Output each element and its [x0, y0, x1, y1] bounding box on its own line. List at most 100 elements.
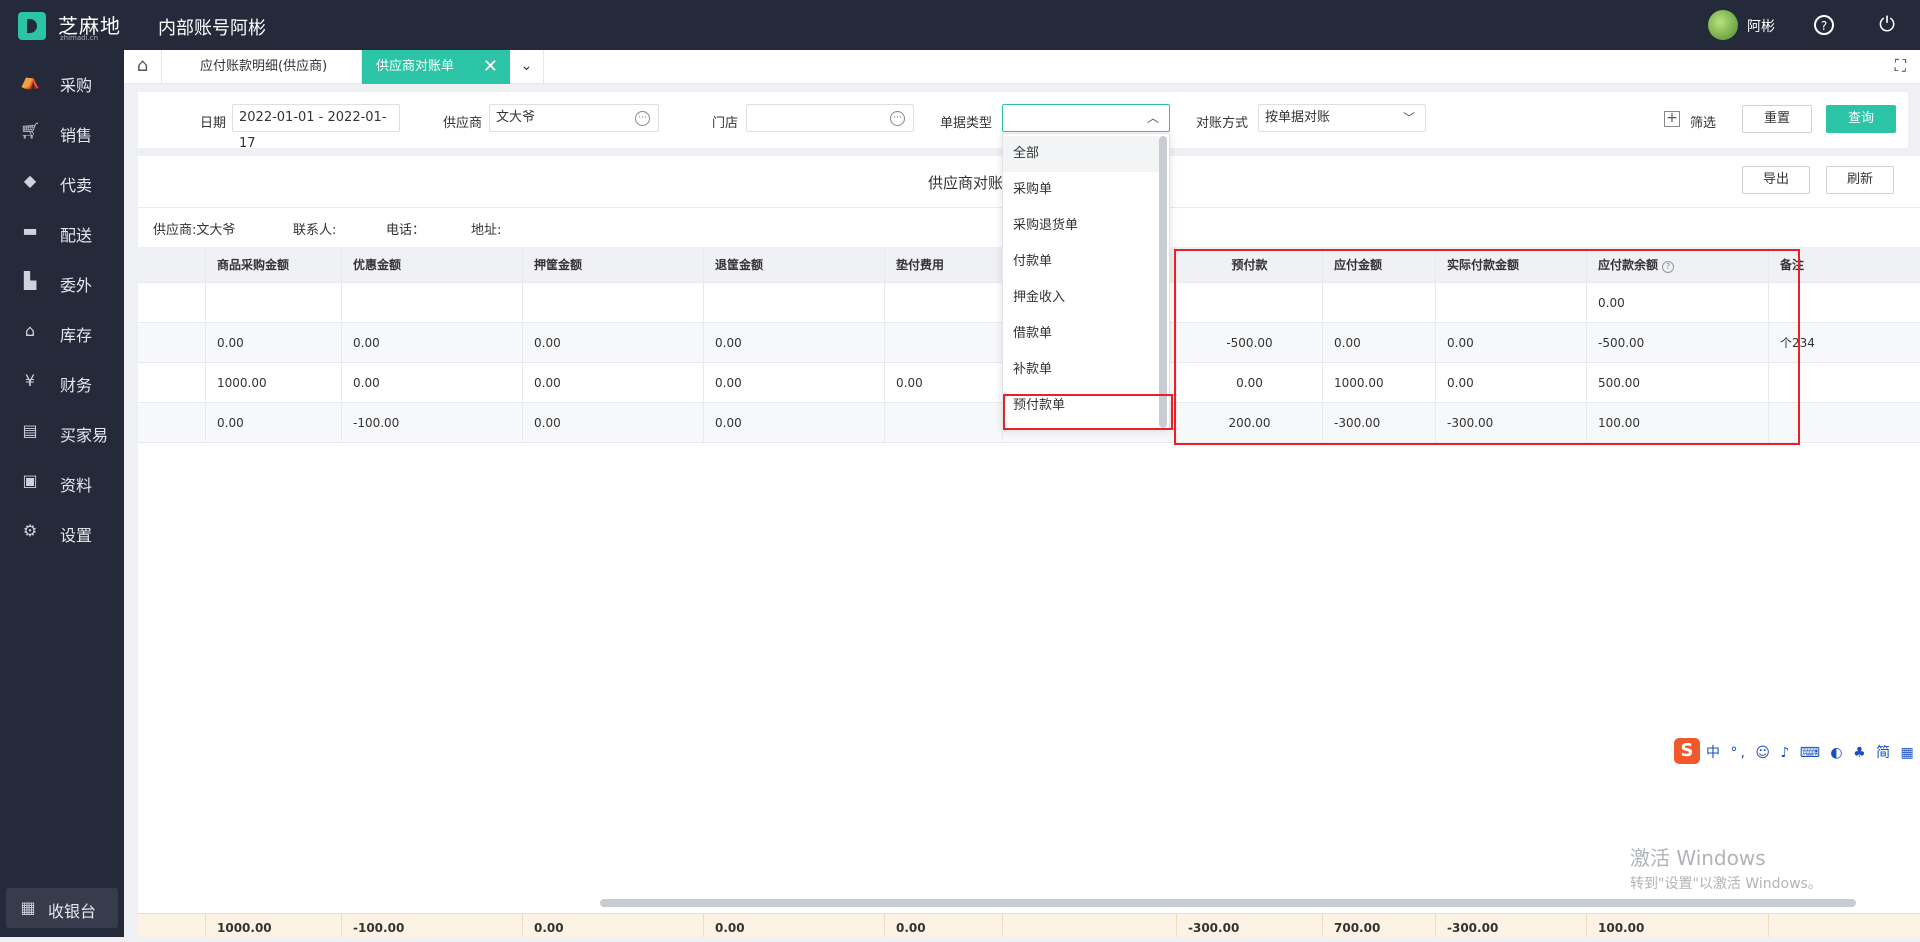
chevron-up-icon: ︿: [1146, 111, 1159, 125]
tab-supplier-statement[interactable]: 供应商对账单 ✕: [362, 50, 510, 84]
dropdown-option[interactable]: 采购退货单: [1003, 208, 1159, 244]
total-cell: 0.00: [703, 914, 884, 937]
total-cell: 1000.00: [205, 914, 341, 937]
table-cell: [884, 403, 1002, 442]
doc-type-select[interactable]: ︿: [1002, 104, 1170, 132]
more-icon[interactable]: ···: [890, 111, 905, 126]
supplier-input[interactable]: 文大爷 ···: [489, 104, 659, 132]
table-cell: [341, 283, 522, 322]
sidebar-item-finance[interactable]: ¥ 财务: [0, 357, 124, 407]
total-cell: [138, 914, 205, 937]
reset-button[interactable]: 重置: [1742, 105, 1812, 133]
dropdown-option[interactable]: 押金收入: [1003, 280, 1159, 316]
top-bar: 芝麻地 zhimadi.cn 内部账号阿彬 阿彬 ? ⏻: [0, 0, 1920, 50]
recon-method-select[interactable]: 按单据对账 ﹀: [1258, 104, 1426, 132]
ime-status-text[interactable]: 中 °, ☺ ♪ ⌨ ◐ ♣ 简 ▦: [1706, 742, 1917, 762]
logo-icon: [18, 12, 46, 40]
sidebar-item-purchase[interactable]: ⛺ 采购: [0, 57, 124, 107]
sidebar-item-label: 采购: [60, 76, 93, 95]
horizontal-scrollbar[interactable]: [600, 899, 1856, 907]
totals-row: 1000.00 -100.00 0.00 0.00 0.00 -300.00 700.00-…: [138, 913, 1920, 937]
yen-icon: ¥: [24, 371, 36, 390]
total-cell: -100.00: [341, 914, 522, 937]
sidebar-item-label: 代卖: [60, 176, 93, 195]
table-cell: [522, 283, 703, 322]
recon-method-label: 对账方式: [1196, 116, 1249, 131]
windows-activation-watermark: 激活 Windows 转到"设置"以激活 Windows。: [1630, 842, 1822, 893]
table-cell: 0.00: [341, 323, 522, 362]
filter-toggle[interactable]: 筛选: [1690, 112, 1716, 131]
sidebar-item-label: 库存: [60, 326, 93, 345]
user-name[interactable]: 阿彬: [1747, 16, 1775, 36]
home-icon[interactable]: ⌂: [124, 50, 162, 84]
dropdown-option[interactable]: 采购单: [1003, 172, 1159, 208]
table-cell: 0.00: [205, 403, 341, 442]
dropdown-scrollbar[interactable]: [1159, 136, 1167, 428]
address-info: 地址:: [471, 223, 502, 238]
plus-icon[interactable]: +: [1664, 111, 1680, 127]
building-icon: ▙: [23, 271, 37, 290]
table-cell: 0.00: [522, 403, 703, 442]
sidebar-item-label: 设置: [60, 526, 93, 545]
total-cell: 700.00: [1322, 914, 1435, 937]
printer-icon: ▣: [22, 471, 38, 490]
sidebar-item-data[interactable]: ▣ 资料: [0, 457, 124, 507]
dropdown-option[interactable]: 付款单: [1003, 244, 1159, 280]
sidebar-item-buyer[interactable]: ▤ 买家易: [0, 407, 124, 457]
dropdown-option[interactable]: 全部: [1003, 136, 1159, 172]
column-header: 押筐金额: [522, 247, 703, 282]
contact-info: 联系人:: [293, 223, 337, 238]
table-cell: [138, 283, 205, 322]
table-cell: [884, 283, 1002, 322]
table-cell: 0.00: [522, 363, 703, 402]
app-title: 内部账号阿彬: [158, 18, 266, 39]
ime-toolbar[interactable]: S 中 °, ☺ ♪ ⌨ ◐ ♣ 简 ▦: [1670, 736, 1920, 766]
sidebar-item-settings[interactable]: ⚙ 设置: [0, 507, 124, 557]
sidebar-item-label: 财务: [60, 376, 93, 395]
total-cell: 0.00: [522, 914, 703, 937]
watermark-subtitle: 转到"设置"以激活 Windows。: [1630, 876, 1822, 892]
more-icon[interactable]: ···: [635, 111, 650, 126]
cashier-icon: ▦: [20, 898, 36, 917]
tab-payable-detail[interactable]: 应付账款明细(供应商): [162, 50, 362, 84]
sidebar-item-inventory[interactable]: ⌂ 库存: [0, 307, 124, 357]
dropdown-option[interactable]: 补款单: [1003, 352, 1159, 388]
sidebar-item-label: 配送: [60, 226, 93, 245]
total-cell: -300.00: [1176, 914, 1322, 937]
chevron-down-icon[interactable]: ⌄: [510, 50, 544, 84]
table-cell: [205, 283, 341, 322]
query-button[interactable]: 查询: [1826, 105, 1896, 133]
close-icon[interactable]: ✕: [483, 50, 498, 84]
basket-icon: ⛺: [20, 71, 40, 90]
table-cell: 0.00: [703, 363, 884, 402]
table-cell: 0.00: [884, 363, 1002, 402]
refresh-button[interactable]: 刷新: [1826, 166, 1894, 194]
help-icon[interactable]: ?: [1814, 15, 1834, 35]
total-cell: -300.00: [1435, 914, 1586, 937]
export-button[interactable]: 导出: [1742, 166, 1810, 194]
column-header: 垫付费用: [884, 247, 1002, 282]
sidebar-item-outsource[interactable]: ▙ 委外: [0, 257, 124, 307]
sidebar-item-consignment[interactable]: ◆ 代卖: [0, 157, 124, 207]
column-header: [138, 247, 205, 282]
avatar[interactable]: [1708, 10, 1738, 40]
power-icon[interactable]: ⏻: [1876, 14, 1898, 36]
sidebar-item-sales[interactable]: 🛒︎ 销售: [0, 107, 124, 157]
store-icon: ▤: [22, 421, 38, 440]
fullscreen-icon[interactable]: ⛶: [1895, 56, 1906, 76]
cashier-label: 收银台: [48, 902, 97, 921]
highlight-box-prepayment-option: [1003, 394, 1173, 430]
cart-icon: 🛒︎: [20, 121, 41, 140]
gear-icon: ⚙: [22, 521, 38, 540]
sogou-logo-icon[interactable]: S: [1674, 738, 1700, 764]
store-input[interactable]: ···: [746, 104, 914, 132]
date-label: 日期: [200, 116, 227, 131]
sidebar-item-label: 销售: [60, 126, 93, 145]
supplier-label: 供应商: [443, 116, 483, 131]
sidebar-item-delivery[interactable]: ▬ 配送: [0, 207, 124, 257]
cashier-button[interactable]: ▦ 收银台: [6, 888, 118, 928]
date-range-input[interactable]: 2022-01-01 - 2022-01-17: [232, 104, 400, 151]
dropdown-option[interactable]: 借款单: [1003, 316, 1159, 352]
supplier-info: 供应商:文大爷: [153, 223, 236, 238]
table-cell: 0.00: [522, 323, 703, 362]
